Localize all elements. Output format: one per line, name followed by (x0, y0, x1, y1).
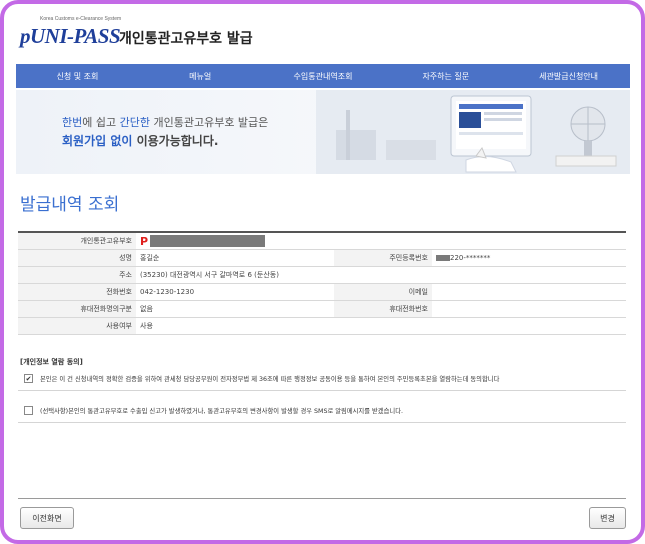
banner-line1: 한번에 쉽고 간단한 개인통관고유부호 발급은 (62, 116, 269, 129)
email-value (432, 283, 626, 301)
rrn-redacted (436, 255, 450, 261)
address-label: 주소 (18, 266, 136, 284)
main-nav: 신청 및 조회 메뉴얼 수입통관내역조회 자주하는 질문 세관발급신청안내 (16, 64, 630, 88)
pcc-redacted (150, 235, 266, 247)
table-row: 주소 (35230) 대전광역시 서구 갈마역로 6 (둔산동) (18, 266, 626, 284)
page-title: 발급내역 조회 (20, 195, 120, 215)
table-row: 사용여부 사용 (18, 317, 626, 335)
nav-item-customs-guide[interactable]: 세관발급신청안내 (507, 64, 630, 88)
privacy-consent-title: [개인정보 열람 동의] (20, 358, 83, 366)
use-label: 사용여부 (18, 317, 136, 335)
consent2-row: (선택사항)본인의 통관고유부호로 수출입 신고가 발생하였거나, 통관고유부호… (24, 406, 403, 415)
email-label: 이메일 (334, 283, 432, 301)
consent1-checkbox[interactable]: ✔ (24, 374, 33, 383)
nav-item-faq[interactable]: 자주하는 질문 (384, 64, 507, 88)
banner-illustration-icon (316, 90, 630, 174)
rrn-value: 220-******* (432, 249, 626, 267)
rrn-label: 주민등록번호 (334, 249, 432, 267)
logo-tagline: Korea Customs e-Clearance System (40, 16, 122, 22)
site-title: 개인통관고유부호 발급 (119, 31, 253, 47)
table-row: 휴대전화명의구분 없음 휴대전화번호 (18, 300, 626, 318)
pcc-prefix: P (140, 234, 149, 248)
table-row: 성명 홍길순 주민등록번호 220-******* (18, 249, 626, 267)
info-table: 개인통관고유부호 P 성명 홍길순 주민등록번호 220-******* 주소 … (18, 231, 626, 335)
nav-item-apply[interactable]: 신청 및 조회 (16, 64, 139, 88)
banner-line2: 회원가입 없이 이용가능합니다. (62, 134, 219, 148)
address-value: (35230) 대전광역시 서구 갈마역로 6 (둔산동) (136, 266, 626, 284)
mobile-value (432, 300, 626, 318)
nav-item-manual[interactable]: 메뉴얼 (139, 64, 262, 88)
consent1-row: ✔ 본인은 이 건 신청내역의 정확한 검증을 위하여 관세청 담당공무원이 전… (24, 374, 499, 383)
mobile-owner-value: 없음 (136, 300, 334, 318)
consent2-text: (선택사항)본인의 통관고유부호로 수출입 신고가 발생하였거나, 통관고유부호… (40, 408, 403, 415)
pcc-value: P (136, 232, 626, 250)
pcc-label: 개인통관고유부호 (18, 232, 136, 250)
mobile-owner-label: 휴대전화명의구분 (18, 300, 136, 318)
change-button[interactable]: 변경 (589, 507, 626, 529)
table-row: 개인통관고유부호 P (18, 232, 626, 250)
mobile-label: 휴대전화번호 (334, 300, 432, 318)
nav-item-import-history[interactable]: 수입통관내역조회 (262, 64, 385, 88)
header: Korea Customs e-Clearance System pUNI-PA… (16, 10, 630, 60)
banner: 한번에 쉽고 간단한 개인통관고유부호 발급은 회원가입 없이 이용가능합니다. (16, 90, 630, 174)
unipass-logo[interactable]: pUNI-PASS (20, 24, 121, 49)
table-row: 전화번호 042-1230-1230 이메일 (18, 283, 626, 301)
name-label: 성명 (18, 249, 136, 267)
consent2-checkbox[interactable] (24, 406, 33, 415)
page-content: Korea Customs e-Clearance System pUNI-PA… (16, 10, 630, 540)
use-value: 사용 (136, 317, 626, 335)
back-button[interactable]: 이전화면 (20, 507, 74, 529)
divider (18, 390, 626, 391)
phone-value: 042-1230-1230 (136, 283, 334, 301)
consent1-text: 본인은 이 건 신청내역의 정확한 검증을 위하여 관세청 담당공무원이 전자정… (40, 376, 500, 383)
window-frame: Korea Customs e-Clearance System pUNI-PA… (0, 0, 645, 544)
footer-divider (18, 498, 626, 499)
divider (18, 422, 626, 423)
phone-label: 전화번호 (18, 283, 136, 301)
name-value: 홍길순 (136, 249, 334, 267)
